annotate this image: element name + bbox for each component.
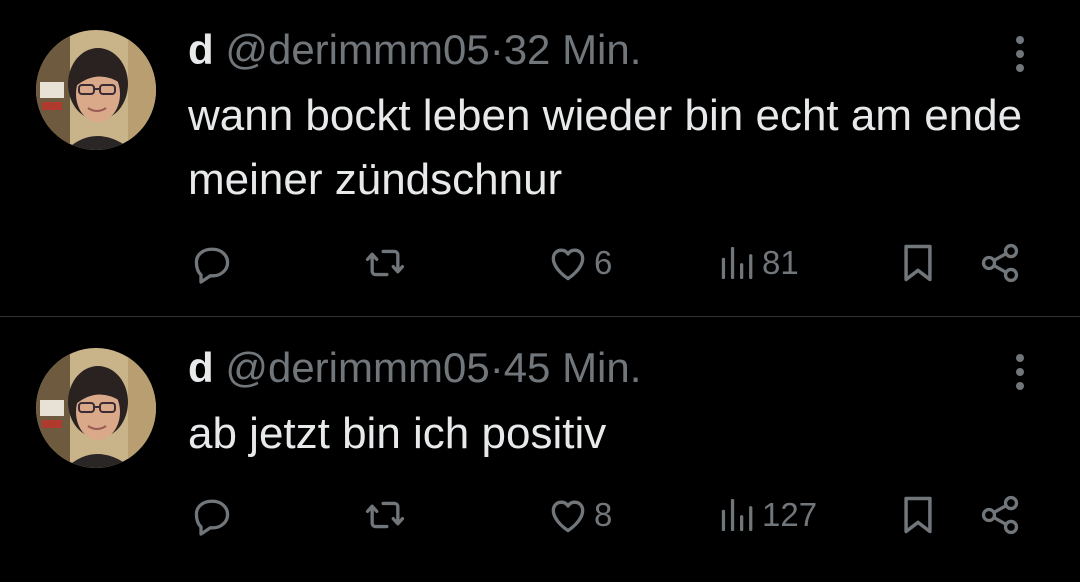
- bookmark-icon: [904, 496, 932, 534]
- avatar[interactable]: [36, 30, 156, 150]
- more-icon: [1016, 36, 1024, 72]
- bookmark-button[interactable]: [898, 238, 938, 288]
- display-name[interactable]: d: [188, 26, 214, 73]
- separator-dot: ·: [489, 344, 504, 391]
- like-count: 6: [594, 244, 613, 281]
- user-handle[interactable]: @derimmm05: [225, 344, 489, 391]
- view-count: 127: [762, 496, 818, 533]
- avatar[interactable]: [36, 348, 156, 468]
- views-button[interactable]: 81: [718, 238, 799, 288]
- avatar-image: [36, 30, 156, 150]
- view-count: 81: [762, 244, 799, 281]
- share-icon: [981, 495, 1019, 535]
- share-button[interactable]: [978, 238, 1022, 288]
- share-button[interactable]: [978, 490, 1022, 540]
- display-name[interactable]: d: [188, 344, 214, 391]
- more-button[interactable]: [1008, 352, 1032, 392]
- tweet[interactable]: d @derimmm05·32 Min. wann bockt leben wi…: [0, 0, 1080, 317]
- like-button[interactable]: 8: [546, 490, 612, 540]
- more-button[interactable]: [1008, 34, 1032, 74]
- repost-icon: [365, 249, 405, 277]
- reply-icon: [194, 247, 230, 284]
- views-button[interactable]: 127: [718, 490, 817, 540]
- timestamp[interactable]: 45 Min.: [504, 344, 642, 391]
- share-icon: [981, 243, 1019, 283]
- reply-button[interactable]: [190, 490, 234, 540]
- repost-button[interactable]: [362, 238, 408, 288]
- tweet-text: wann bockt leben wieder bin echt am ende…: [188, 91, 1023, 204]
- views-icon: [721, 498, 753, 532]
- more-icon: [1016, 354, 1024, 390]
- like-icon: [551, 248, 585, 281]
- like-button[interactable]: 6: [546, 238, 612, 288]
- like-icon: [551, 500, 585, 533]
- tweet-text: ab jetzt bin ich positiv: [188, 409, 607, 458]
- reply-button[interactable]: [190, 238, 234, 288]
- tweet[interactable]: d @derimmm05·45 Min. ab jetzt bin ich po…: [0, 318, 1080, 582]
- separator-dot: ·: [489, 26, 504, 73]
- repost-button[interactable]: [362, 490, 408, 540]
- avatar-image: [36, 348, 156, 468]
- timestamp[interactable]: 32 Min.: [504, 26, 642, 73]
- tweet-header: d @derimmm05·32 Min.: [188, 24, 641, 76]
- user-handle[interactable]: @derimmm05: [225, 26, 489, 73]
- tweet-header: d @derimmm05·45 Min.: [188, 342, 641, 394]
- action-bar: 6 81: [0, 238, 1080, 288]
- bookmark-icon: [904, 244, 932, 282]
- bookmark-button[interactable]: [898, 490, 938, 540]
- repost-icon: [365, 501, 405, 529]
- action-bar: 8 127: [0, 490, 1080, 540]
- reply-icon: [194, 499, 230, 536]
- views-icon: [721, 246, 753, 280]
- like-count: 8: [594, 496, 613, 533]
